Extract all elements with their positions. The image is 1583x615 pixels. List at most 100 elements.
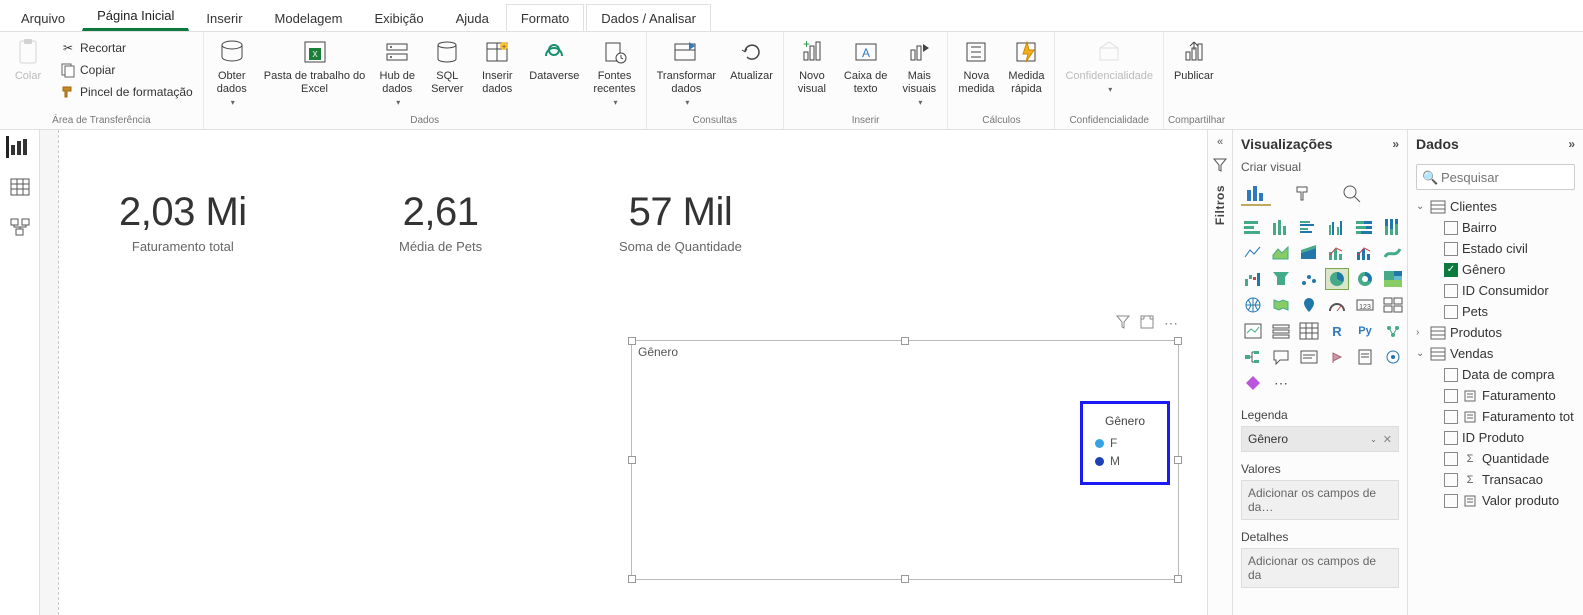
btn-atualizar[interactable]: Atualizar — [724, 34, 779, 83]
vis-stacked-area[interactable] — [1297, 242, 1321, 264]
expand-icon[interactable]: » — [1568, 137, 1575, 151]
vis-key-influencers[interactable] — [1381, 320, 1405, 342]
card-faturamento[interactable]: 2,03 Mi Faturamento total — [119, 190, 247, 254]
remove-icon[interactable]: ✕ — [1383, 433, 1392, 446]
btn-recortar[interactable]: ✂Recortar — [54, 38, 199, 58]
vis-funnel[interactable] — [1269, 268, 1293, 290]
btn-publicar[interactable]: Publicar — [1168, 34, 1220, 83]
vis-smart[interactable] — [1297, 346, 1321, 368]
tab-arquivo[interactable]: Arquivo — [6, 4, 80, 31]
btn-colar[interactable]: Colar — [4, 34, 52, 83]
field-quantidade[interactable]: ΣQuantidade — [1412, 448, 1579, 469]
btn-pincel[interactable]: Pincel de formatação — [54, 82, 199, 102]
tab-modelagem[interactable]: Modelagem — [260, 4, 358, 31]
btn-medida-rapida[interactable]: Medida rápida — [1002, 34, 1050, 96]
well-detalhes[interactable]: Adicionar os campos de da — [1241, 548, 1399, 588]
btn-excel[interactable]: XPasta de trabalho do Excel — [258, 34, 372, 96]
field-transacao[interactable]: ΣTransacao — [1412, 469, 1579, 490]
vis-qna[interactable] — [1269, 346, 1293, 368]
view-model[interactable] — [6, 216, 34, 238]
table-vendas[interactable]: ⌄ Vendas — [1412, 343, 1579, 364]
well-valores[interactable]: Adicionar os campos de da… — [1241, 480, 1399, 520]
field-estado-civil[interactable]: Estado civil — [1412, 238, 1579, 259]
vis-treemap[interactable] — [1381, 268, 1405, 290]
more-icon[interactable]: ⋯ — [1164, 315, 1178, 332]
view-data[interactable] — [6, 176, 34, 198]
field-faturamento[interactable]: Faturamento — [1412, 385, 1579, 406]
vis-line[interactable] — [1241, 242, 1265, 264]
vis-arcgis[interactable] — [1381, 346, 1405, 368]
vis-scatter[interactable] — [1297, 268, 1321, 290]
mode-build[interactable] — [1241, 182, 1271, 206]
vis-goals[interactable] — [1325, 346, 1349, 368]
vis-table[interactable] — [1297, 320, 1321, 342]
vis-stacked-col[interactable] — [1269, 216, 1293, 238]
field-id-consumidor[interactable]: ID Consumidor — [1412, 280, 1579, 301]
filters-pane-collapsed[interactable]: « Filtros — [1207, 130, 1233, 615]
vis-100-bar[interactable] — [1353, 216, 1377, 238]
tab-exibicao[interactable]: Exibição — [359, 4, 438, 31]
vis-area[interactable] — [1269, 242, 1293, 264]
vis-paginated[interactable] — [1353, 346, 1377, 368]
collapse-left-icon[interactable]: « — [1217, 136, 1223, 148]
vis-card[interactable]: 123 — [1353, 294, 1377, 316]
btn-obter-dados[interactable]: Obter dados▾ — [208, 34, 256, 109]
report-canvas[interactable]: 2,03 Mi Faturamento total 2,61 Média de … — [40, 130, 1207, 615]
card-media-pets[interactable]: 2,61 Média de Pets — [399, 190, 482, 254]
vis-filled-map[interactable] — [1269, 294, 1293, 316]
tab-ajuda[interactable]: Ajuda — [441, 4, 504, 31]
vis-decomp[interactable] — [1241, 346, 1265, 368]
btn-novo-visual[interactable]: +Novo visual — [788, 34, 836, 96]
vis-map[interactable] — [1241, 294, 1265, 316]
vis-azure-map[interactable] — [1297, 294, 1321, 316]
well-legenda[interactable]: Gênero ⌄✕ — [1241, 426, 1399, 452]
btn-mais-visuais[interactable]: Mais visuais▾ — [895, 34, 943, 109]
vis-r[interactable]: R — [1325, 320, 1349, 342]
btn-confidencialidade[interactable]: Confidencialidade▾ — [1059, 34, 1158, 96]
field-genero[interactable]: ✓Gênero — [1412, 259, 1579, 280]
table-produtos[interactable]: › Produtos — [1412, 322, 1579, 343]
vis-100-col[interactable] — [1381, 216, 1405, 238]
tab-formato[interactable]: Formato — [506, 4, 584, 31]
field-faturamento-tot[interactable]: Faturamento tot — [1412, 406, 1579, 427]
vis-line-col[interactable] — [1325, 242, 1349, 264]
field-bairro[interactable]: Bairro — [1412, 217, 1579, 238]
vis-waterfall[interactable] — [1241, 268, 1265, 290]
vis-donut[interactable] — [1353, 268, 1377, 290]
vis-gauge[interactable] — [1325, 294, 1349, 316]
vis-stacked-bar[interactable] — [1241, 216, 1265, 238]
btn-dataverse[interactable]: Dataverse — [523, 34, 585, 83]
tab-pagina-inicial[interactable]: Página Inicial — [82, 1, 189, 31]
vis-kpi[interactable] — [1241, 320, 1265, 342]
visual-genero[interactable]: ⋯ Gênero Gênero F M — [631, 340, 1179, 580]
vis-py[interactable]: Py — [1353, 320, 1377, 342]
expand-icon[interactable]: » — [1392, 137, 1399, 151]
search-input[interactable] — [1416, 164, 1575, 190]
field-data-compra[interactable]: Data de compra — [1412, 364, 1579, 385]
btn-fontes-recentes[interactable]: Fontes recentes▾ — [587, 34, 641, 109]
filter-icon[interactable] — [1116, 315, 1130, 332]
mode-format[interactable] — [1289, 182, 1319, 206]
chevron-down-icon[interactable]: ⌄ — [1370, 435, 1377, 444]
field-valor-produto[interactable]: Valor produto — [1412, 490, 1579, 511]
vis-clustered-col[interactable] — [1325, 216, 1349, 238]
btn-transformar-dados[interactable]: Transformar dados▾ — [651, 34, 723, 109]
btn-copiar[interactable]: Copiar — [54, 60, 199, 80]
vis-clustered-bar[interactable] — [1297, 216, 1321, 238]
vis-pie[interactable] — [1325, 268, 1349, 290]
vis-ribbon[interactable] — [1381, 242, 1405, 264]
btn-hub-dados[interactable]: Hub de dados▾ — [373, 34, 421, 109]
tab-inserir[interactable]: Inserir — [191, 4, 257, 31]
btn-nova-medida[interactable]: Nova medida — [952, 34, 1000, 96]
btn-inserir-dados[interactable]: +Inserir dados — [473, 34, 521, 96]
vis-line-col2[interactable] — [1353, 242, 1377, 264]
btn-caixa-texto[interactable]: ACaixa de texto — [838, 34, 893, 96]
tab-dados-analisar[interactable]: Dados / Analisar — [586, 4, 711, 31]
vis-slicer[interactable] — [1269, 320, 1293, 342]
table-clientes[interactable]: ⌄ Clientes — [1412, 196, 1579, 217]
card-quantidade[interactable]: 57 Mil Soma de Quantidade — [619, 190, 742, 254]
btn-sql-server[interactable]: SQL Server — [423, 34, 471, 96]
vis-more[interactable]: ⋯ — [1269, 372, 1293, 394]
mode-analytics[interactable] — [1337, 182, 1367, 206]
focus-icon[interactable] — [1140, 315, 1154, 332]
